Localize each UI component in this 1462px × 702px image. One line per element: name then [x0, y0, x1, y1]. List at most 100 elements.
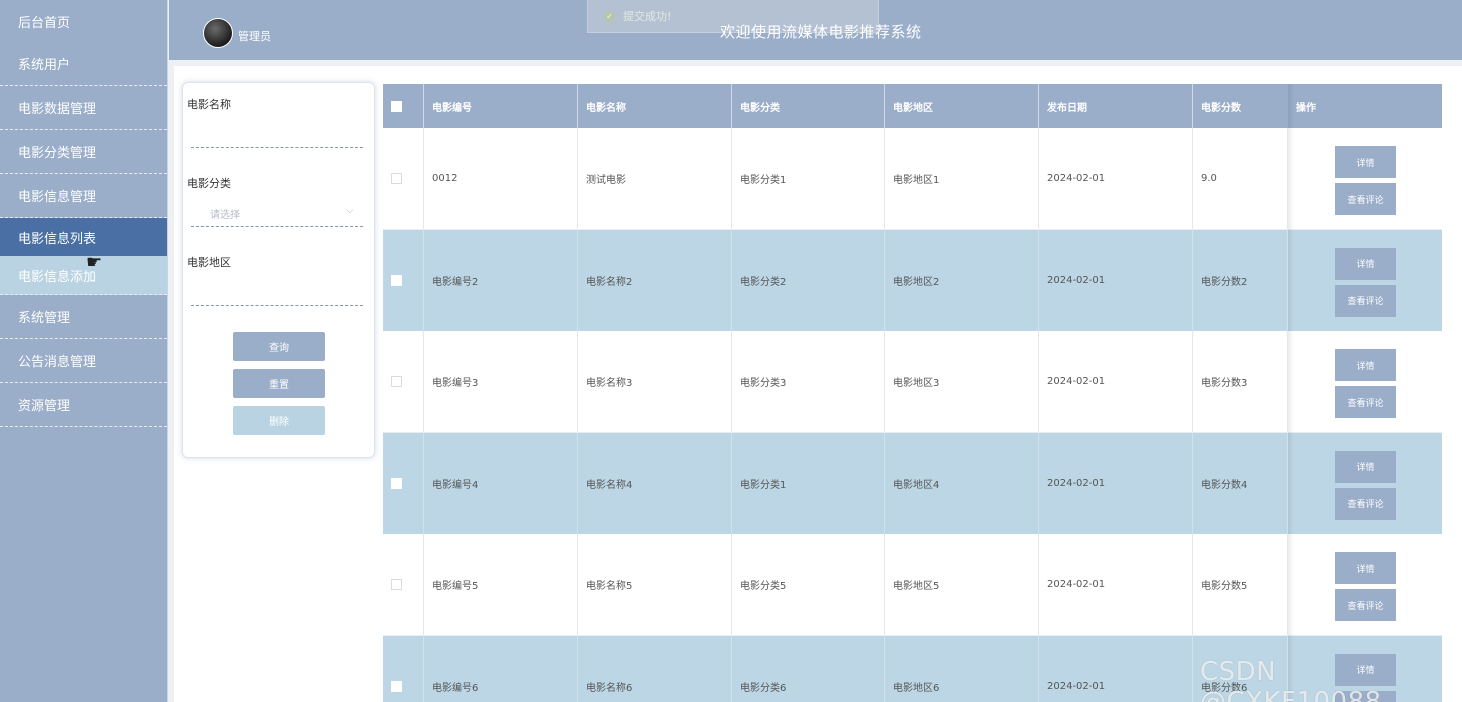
sidebar-item-movie-data[interactable]: 电影数据管理 [0, 86, 167, 130]
row-select-cell [383, 635, 424, 702]
chevron-down-icon[interactable]: ⌵ [346, 205, 354, 216]
row-select-cell [383, 331, 424, 432]
cell-score: 电影分数3 [1193, 331, 1288, 432]
sidebar-item-movie-category[interactable]: 电影分类管理 [0, 130, 167, 174]
row-actions: 详情查看评论 [1288, 128, 1442, 229]
column-header: 电影名称 [578, 84, 732, 128]
row-checkbox[interactable] [391, 274, 402, 286]
detail-button[interactable]: 详情 [1335, 450, 1396, 483]
reset-button[interactable]: 重置 [233, 369, 325, 398]
sidebar-item-label: 资源管理 [18, 399, 71, 414]
cell-id: 电影编号3 [424, 331, 578, 432]
movie-name-label: 电影名称 [187, 98, 231, 111]
detail-button[interactable]: 详情 [1335, 146, 1396, 178]
cell-score: 电影分数5 [1193, 534, 1288, 635]
movie-category-label: 电影分类 [187, 177, 231, 190]
sidebar-item-system-manage[interactable]: 系统管理 [0, 295, 167, 339]
column-header: 操作 [1296, 102, 1316, 114]
cell-category: 电影分类2 [732, 229, 885, 331]
row-checkbox[interactable] [391, 375, 402, 387]
sidebar-item-label: 电影信息管理 [18, 190, 97, 205]
cell-region: 电影地区5 [885, 534, 1039, 635]
column-header: 电影分数 [1201, 102, 1241, 114]
column-header: 电影编号 [424, 84, 578, 128]
cell-id: 电影编号6 [424, 635, 578, 702]
sidebar-item-announcements[interactable]: 公告消息管理 [0, 339, 167, 383]
sidebar-item-label: 电影数据管理 [18, 102, 97, 117]
cell-category: 电影分类1 [732, 128, 885, 229]
movie-region-label: 电影地区 [187, 256, 231, 269]
cell-date: 2024-02-01 [1039, 229, 1193, 331]
table-row: 0012 测试电影 电影分类1 电影地区1 2024-02-01 9.0 详情 查看评论 [383, 128, 1442, 230]
cell-name: 测试电影 [578, 128, 732, 229]
cell-id: 电影编号2 [424, 229, 578, 331]
sidebar-item-movie-list[interactable]: 电影信息列表 [0, 218, 167, 256]
view-comments-button[interactable]: 查看评论 [1335, 284, 1396, 317]
cell-region: 电影地区3 [885, 331, 1039, 432]
cell-score: 电影分数2 [1193, 229, 1288, 331]
pointer-cursor-icon: ☛ [86, 252, 103, 273]
cell-category: 电影分类6 [732, 635, 885, 702]
cell-name: 电影名称3 [578, 331, 732, 432]
avatar[interactable] [203, 18, 233, 48]
sidebar-item-system-users[interactable]: 系统用户 [0, 42, 167, 86]
table-row: 电影编号5 电影名称5 电影分类5 电影地区5 2024-02-01 电影分数5 详情查看评… [383, 534, 1442, 636]
cell-score: 电影分数4 [1193, 432, 1288, 534]
detail-button[interactable]: 详情 [1335, 552, 1396, 584]
table-header: 电影编号 电影名称 电影分类 电影地区 发布日期 电影分数 操作 [383, 84, 1442, 128]
column-header: 电影分类 [732, 84, 885, 128]
row-checkbox[interactable] [391, 680, 402, 692]
sidebar-item-label: 公告消息管理 [18, 355, 97, 370]
cell-name: 电影名称6 [578, 635, 732, 702]
search-panel: 电影名称 电影分类 请选择 ⌵ 电影地区 查询 重置 删除 [182, 82, 375, 458]
check-circle-icon: ✓ [604, 10, 615, 22]
movie-name-input[interactable] [191, 147, 363, 148]
movie-region-input[interactable] [191, 305, 363, 306]
cell-name: 电影名称4 [578, 432, 732, 534]
cell-date: 2024-02-01 [1039, 331, 1193, 432]
table-row: 电影编号3 电影名称3 电影分类3 电影地区3 2024-02-01 电影分数3 详情 查看评… [383, 331, 1442, 433]
cell-date: 2024-02-01 [1039, 534, 1193, 635]
sidebar-item-label: 系统管理 [18, 311, 71, 326]
page-title: 欢迎使用流媒体电影推荐系统 [720, 23, 922, 41]
cell-date: 2024-02-01 [1039, 432, 1193, 534]
column-header: 发布日期 [1039, 84, 1193, 128]
row-actions: 详情查看评论 [1288, 331, 1442, 432]
cell-name: 电影名称5 [578, 534, 732, 635]
cell-region: 电影地区4 [885, 432, 1039, 534]
user-name: 管理员 [238, 30, 271, 43]
sidebar-item-home[interactable]: 后台首页 [0, 0, 167, 42]
toast-message: 提交成功! [623, 10, 672, 23]
row-select-cell [383, 534, 424, 635]
top-header: 管理员 ✓ 提交成功! 欢迎使用流媒体电影推荐系统 [169, 0, 1462, 60]
sidebar-item-resources[interactable]: 资源管理 [0, 383, 167, 427]
view-comments-button[interactable]: 查看评论 [1335, 589, 1396, 621]
cell-category: 电影分类1 [732, 432, 885, 534]
row-checkbox[interactable] [391, 578, 402, 590]
sidebar-item-label: 后台首页 [18, 15, 71, 31]
sidebar-item-label: 系统用户 [18, 58, 71, 73]
row-checkbox[interactable] [391, 172, 402, 184]
fixed-column-shadow [1288, 84, 1294, 702]
view-comments-button[interactable]: 查看评论 [1335, 183, 1396, 215]
select-all-cell [383, 84, 424, 128]
row-select-cell [383, 432, 424, 534]
movie-category-select[interactable]: 请选择 [210, 206, 240, 221]
detail-button[interactable]: 详情 [1335, 247, 1396, 280]
cell-id: 电影编号5 [424, 534, 578, 635]
cell-region: 电影地区2 [885, 229, 1039, 331]
cell-region: 电影地区6 [885, 635, 1039, 702]
delete-button[interactable]: 删除 [233, 406, 325, 435]
query-button[interactable]: 查询 [233, 332, 325, 361]
sidebar-item-movie-info[interactable]: 电影信息管理 [0, 174, 167, 218]
cell-id: 电影编号4 [424, 432, 578, 534]
detail-button[interactable]: 详情 [1335, 349, 1396, 381]
watermark: CSDN @CXKF10088 [1200, 657, 1382, 702]
row-checkbox[interactable] [391, 477, 402, 489]
view-comments-button[interactable]: 查看评论 [1335, 386, 1396, 418]
sidebar: 后台首页 系统用户 电影数据管理 电影分类管理 电影信息管理 电影信息列表 电影… [0, 0, 168, 702]
view-comments-button[interactable]: 查看评论 [1335, 487, 1396, 520]
cell-category: 电影分类5 [732, 534, 885, 635]
sidebar-item-movie-add[interactable]: 电影信息添加 [0, 256, 167, 295]
select-all-checkbox[interactable] [391, 100, 402, 112]
